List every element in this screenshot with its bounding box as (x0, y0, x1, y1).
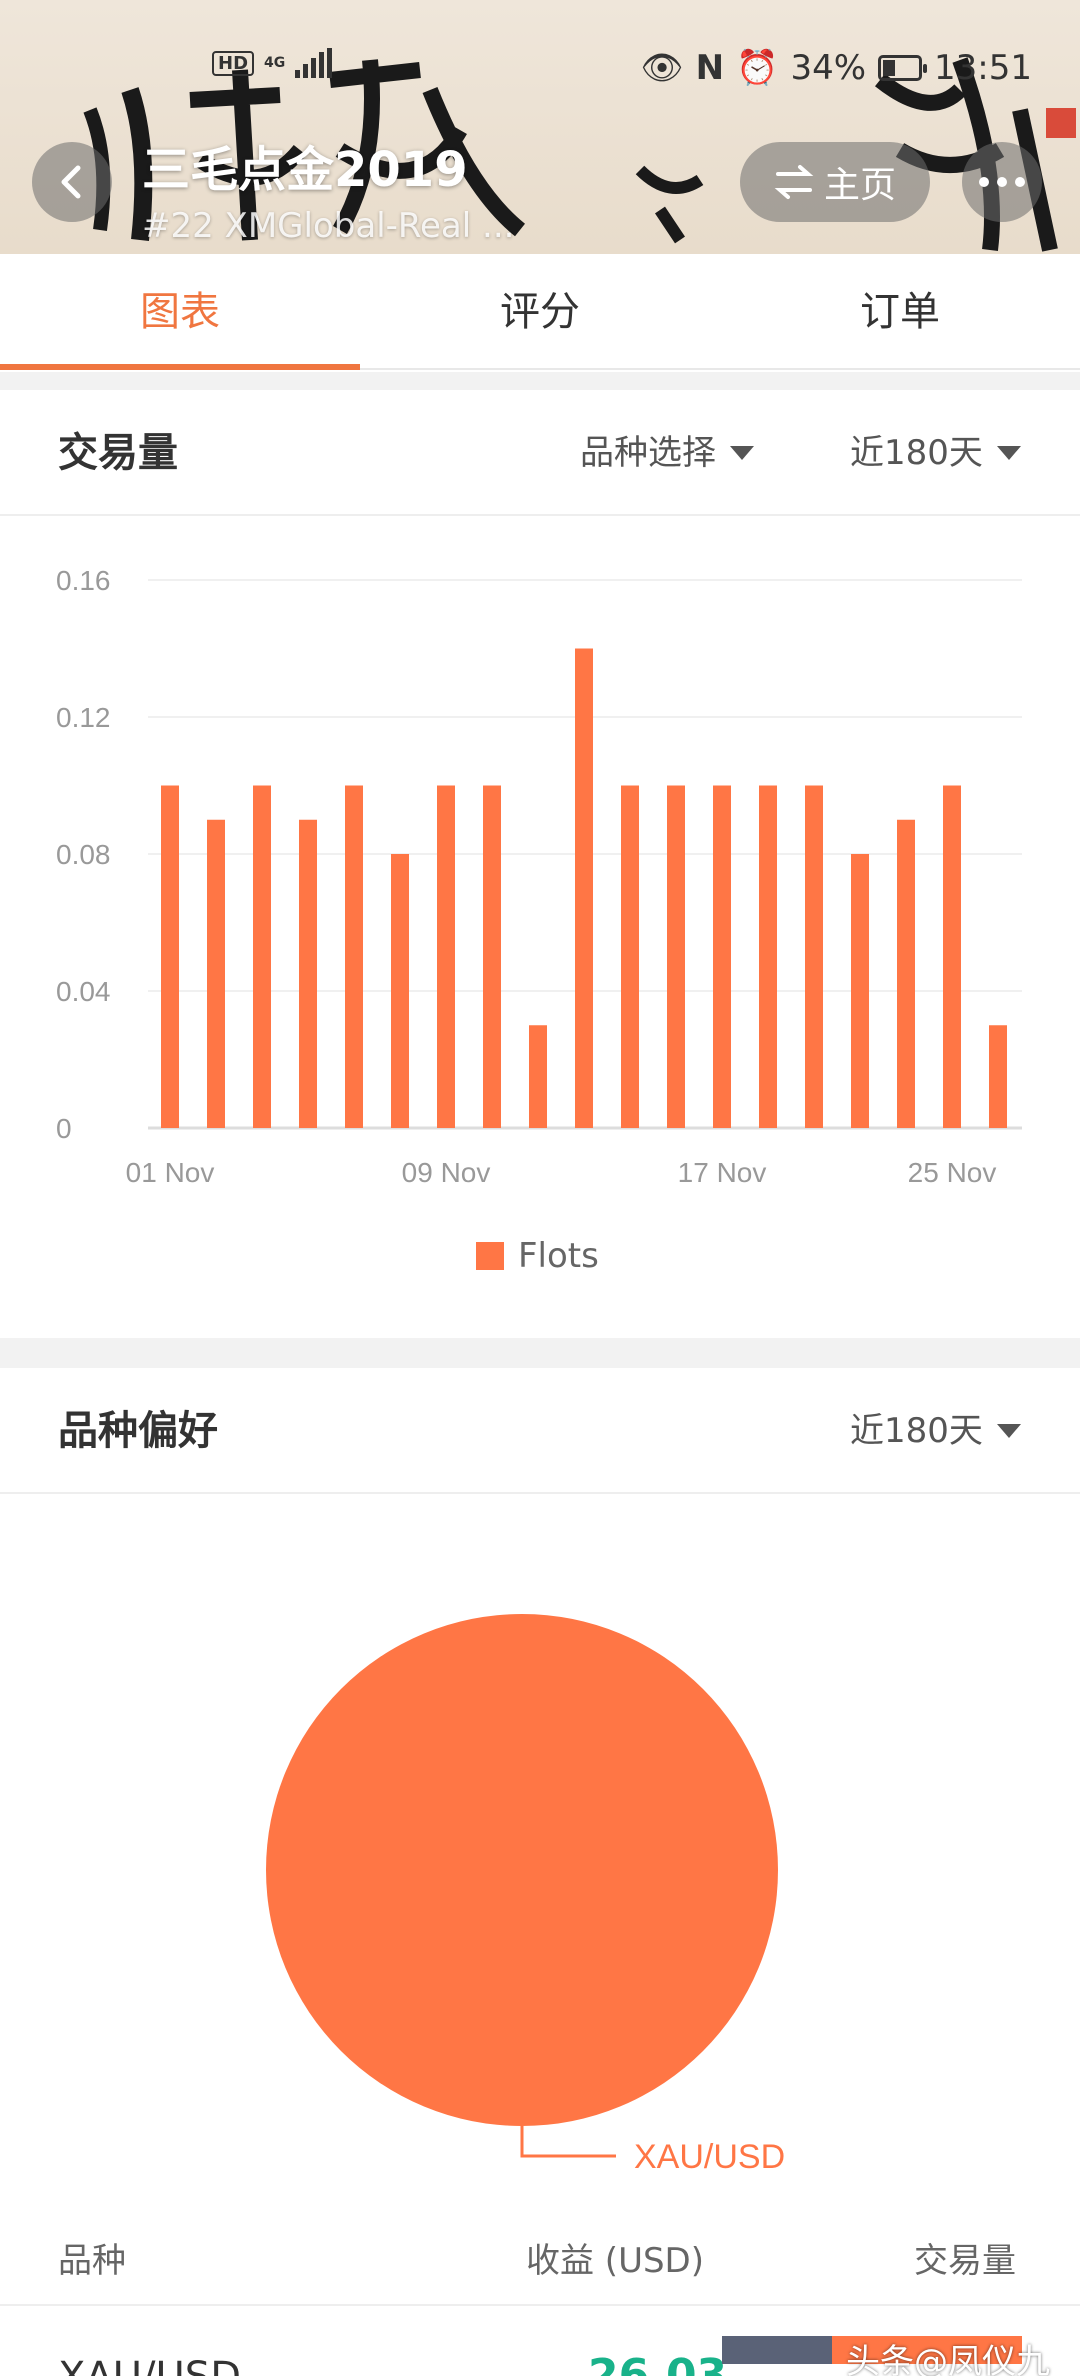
col-symbol-header: 品种 (58, 2241, 126, 2281)
tab-bar: 图表 评分 订单 (0, 254, 1080, 370)
bar[interactable] (897, 819, 915, 1128)
y-tick-label: 0.12 (56, 702, 111, 733)
legend-label: Flots (518, 1236, 599, 1276)
col-profit-header: 收益 (USD) (526, 2241, 704, 2281)
signal-icon (295, 48, 333, 78)
y-tick-label: 0.08 (56, 839, 111, 870)
legend-swatch (476, 1242, 504, 1270)
title-block: 三毛点金2019 #22 XMGlobal-Real ... (142, 130, 514, 246)
battery-icon (878, 55, 928, 81)
watermark-text: 头条@凤仪九天 (846, 2342, 1050, 2376)
bar[interactable] (851, 854, 869, 1128)
back-button[interactable] (32, 142, 112, 222)
caret-down-icon (996, 1424, 1021, 1438)
status-bar: HD 4G 👁 N ⏰ 34% 13:51 (0, 48, 1080, 92)
volume-section-title: 交易量 (58, 430, 178, 476)
home-button-label: 主页 (823, 165, 896, 206)
x-tick-label: 01 Nov (126, 1157, 215, 1188)
more-button[interactable] (962, 142, 1042, 222)
x-tick-label: 09 Nov (402, 1157, 491, 1188)
pie-slice-label: XAU/USD (634, 2138, 785, 2176)
bar[interactable] (437, 785, 455, 1129)
bar[interactable] (483, 785, 501, 1129)
col-volume-header: 交易量 (914, 2241, 1016, 2281)
bar[interactable] (989, 1025, 1007, 1128)
bar[interactable] (759, 785, 777, 1129)
volume-section-header: 交易量 品种选择 近180天 (0, 390, 1080, 516)
pie-slice[interactable] (266, 1614, 778, 2126)
symbol-select-label: 品种选择 (580, 433, 716, 473)
nfc-icon: N (695, 48, 725, 88)
chart-legend[interactable]: Flots (476, 1236, 599, 1276)
bar[interactable] (713, 785, 731, 1129)
x-tick-label: 17 Nov (678, 1157, 767, 1188)
header-banner: HD 4G 👁 N ⏰ 34% 13:51 三毛点金2019 #22 XMGlo… (0, 0, 1080, 254)
x-tick-label: 25 Nov (908, 1157, 997, 1188)
network-type: 4G (264, 55, 286, 71)
bar[interactable] (529, 1025, 547, 1128)
tab-score[interactable]: 评分 (360, 254, 720, 368)
pie-leader-line (520, 2126, 616, 2158)
volume-bar-chart: 0 0.04 0.08 0.12 0.16 01 Nov 09 Nov 17 Nov 25 No… (56, 565, 1022, 1188)
volume-period-dropdown[interactable]: 近180天 (850, 390, 1021, 516)
row-symbol: XAU/USD (58, 2354, 241, 2376)
symbol-select-dropdown[interactable]: 品种选择 (580, 390, 754, 516)
hd-icon: HD (212, 50, 255, 76)
swap-icon (774, 165, 814, 199)
bar[interactable] (253, 785, 271, 1129)
y-tick-label: 0.16 (56, 565, 111, 596)
more-dots-icon (979, 177, 989, 187)
preference-section-header: 品种偏好 近180天 (0, 1368, 1080, 1494)
home-button[interactable]: 主页 (740, 142, 930, 222)
section-divider (0, 372, 1080, 390)
preference-period-label: 近180天 (850, 1411, 983, 1451)
y-tick-label: 0.04 (56, 976, 111, 1007)
y-tick-label: 0 (56, 1113, 72, 1144)
symbol-pie-chart: XAU/USD (266, 1614, 785, 2176)
caret-down-icon (730, 446, 754, 460)
bar[interactable] (621, 785, 639, 1129)
bar[interactable] (299, 819, 317, 1128)
account-subtitle: #22 XMGlobal-Real ... (142, 206, 515, 246)
symbol-table-header: 品种 收益 (USD) 交易量 (0, 2216, 1080, 2306)
chevron-left-icon (61, 165, 81, 199)
bar[interactable] (667, 785, 685, 1129)
bar[interactable] (575, 648, 593, 1129)
preference-section-title: 品种偏好 (58, 1408, 218, 1454)
bar[interactable] (391, 854, 409, 1128)
caret-down-icon (996, 446, 1021, 460)
bar[interactable] (345, 785, 363, 1129)
bar[interactable] (943, 785, 961, 1129)
clock: 13:51 (934, 48, 1032, 88)
bar[interactable] (161, 785, 179, 1129)
tab-chart[interactable]: 图表 (0, 254, 360, 370)
alarm-icon: ⏰ (736, 48, 779, 88)
bar[interactable] (207, 819, 225, 1128)
bar[interactable] (805, 785, 823, 1129)
volume-period-label: 近180天 (850, 433, 983, 473)
tab-orders[interactable]: 订单 (720, 254, 1080, 368)
page-title: 三毛点金2019 (142, 142, 468, 198)
eye-icon: 👁 (640, 48, 684, 88)
preference-period-dropdown[interactable]: 近180天 (850, 1368, 1021, 1494)
section-divider (0, 1338, 1080, 1368)
battery-percent: 34% (790, 48, 867, 88)
row-profit: 26.03 (588, 2350, 728, 2376)
